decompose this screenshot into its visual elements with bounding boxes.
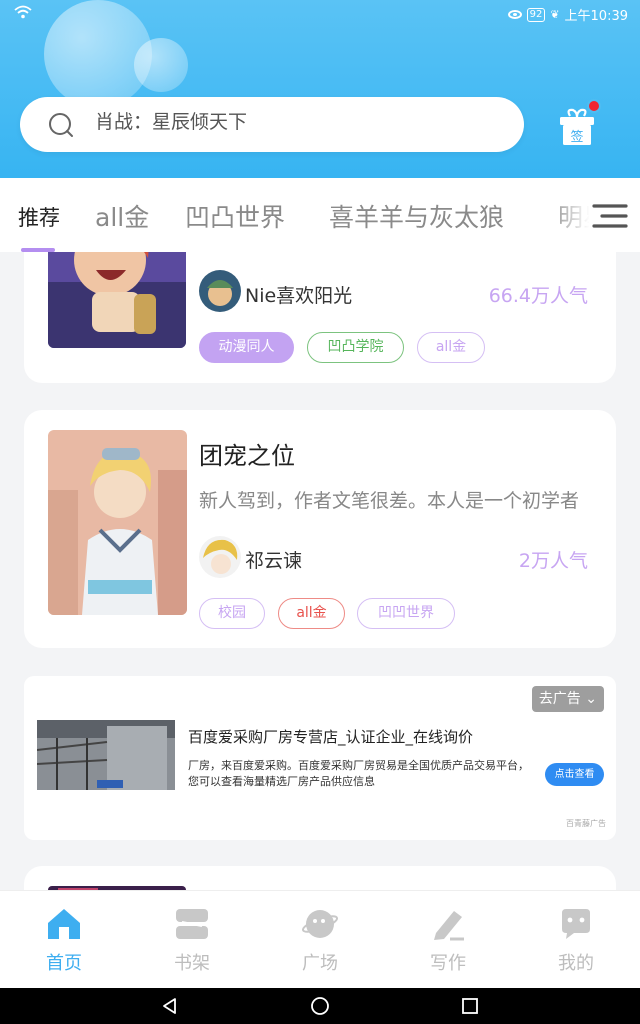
- tab-aotu-world[interactable]: 凹凸世界: [185, 198, 285, 234]
- bookshelf-icon: [176, 909, 208, 939]
- book-card[interactable]: Nie喜欢阳光 66.4万人气 动漫同人 凹凸学院 all金: [24, 252, 616, 383]
- search-placeholder: 肖战：星辰倾天下: [95, 111, 248, 133]
- home-button-icon[interactable]: [310, 996, 330, 1016]
- author-name: 祁云谏: [245, 550, 303, 572]
- nav-bookshelf[interactable]: 书架: [128, 891, 256, 989]
- book-description: 新人驾到，作者文笔很差。本人是一个初学者: [199, 490, 580, 512]
- nav-plaza[interactable]: 广场: [256, 891, 384, 989]
- author-avatar[interactable]: [199, 270, 241, 312]
- tag-chip[interactable]: all金: [417, 332, 485, 363]
- remove-ad-label: 去广告: [538, 691, 581, 707]
- category-tabs: 推荐 all金 凹凸世界 喜羊羊与灰太狼 明星: [0, 178, 640, 252]
- tag-chip[interactable]: 校园: [199, 598, 265, 629]
- leaf-icon: ❦: [550, 8, 560, 21]
- nav-label: 首页: [46, 953, 82, 974]
- remove-ad-button[interactable]: 去广告 ⌄: [531, 686, 604, 712]
- chevron-down-icon: ⌄: [585, 691, 597, 707]
- nav-label: 我的: [558, 953, 594, 974]
- author-avatar[interactable]: [199, 536, 241, 578]
- ad-card[interactable]: 去广告 ⌄ 百度爱采购厂房专营店_认证企业_在线询价 厂房，来百度爱采购。百度爱…: [24, 676, 616, 840]
- tab-all-jin[interactable]: all金: [95, 198, 149, 234]
- plaza-icon: [302, 910, 338, 938]
- system-navigation-bar: [0, 988, 640, 1024]
- book-cover[interactable]: [48, 252, 186, 348]
- status-bar: 92 ❦ 上午10:39: [0, 0, 640, 28]
- ad-description: 厂房，来百度爱采购。百度爱采购厂房贸易是全国优质产品交易平台，您可以查看海量精选…: [188, 759, 529, 788]
- write-icon: [434, 911, 464, 941]
- search-icon: [49, 113, 73, 137]
- nav-home[interactable]: 首页: [0, 891, 128, 989]
- book-cover[interactable]: [48, 430, 187, 615]
- tag-chip[interactable]: 动漫同人: [199, 332, 294, 363]
- nav-write[interactable]: 写作: [384, 891, 512, 989]
- eye-icon: [507, 10, 522, 19]
- decor-bubble: [134, 38, 188, 92]
- wifi-icon: [14, 5, 32, 19]
- popularity: 66.4万人气: [488, 285, 588, 307]
- tab-recommend[interactable]: 推荐: [18, 202, 60, 232]
- book-list: Nie喜欢阳光 66.4万人气 动漫同人 凹凸学院 all金 团宠之位 新人驾到…: [0, 252, 640, 890]
- back-icon[interactable]: [160, 996, 180, 1016]
- notification-dot: [587, 99, 601, 113]
- menu-icon[interactable]: [592, 200, 628, 232]
- search-bar[interactable]: 肖战：星辰倾天下: [20, 97, 524, 152]
- battery-indicator: 92: [526, 7, 546, 22]
- nav-label: 书架: [174, 953, 210, 974]
- tag-chip[interactable]: all金: [278, 598, 345, 629]
- nav-label: 写作: [430, 953, 466, 974]
- recent-apps-icon[interactable]: [460, 996, 480, 1016]
- ad-source-label: 百青藤广告: [566, 819, 606, 828]
- author-name: Nie喜欢阳光: [245, 285, 353, 307]
- ad-image[interactable]: [37, 720, 175, 790]
- bottom-nav: 首页 书架 广场 写作 我的: [0, 890, 640, 988]
- tab-pleasant-goat[interactable]: 喜羊羊与灰太狼: [329, 198, 504, 234]
- tag-chip[interactable]: 凹凹世界: [357, 598, 455, 629]
- tag-chip[interactable]: 凹凸学院: [307, 332, 404, 363]
- ad-view-button[interactable]: 点击查看: [545, 763, 604, 786]
- nav-profile[interactable]: 我的: [512, 891, 640, 989]
- profile-icon: [562, 909, 590, 939]
- book-card[interactable]: [24, 866, 616, 890]
- header: 92 ❦ 上午10:39 肖战：星辰倾天下 签: [0, 0, 640, 178]
- book-title: 团宠之位: [199, 442, 295, 470]
- clock: 上午10:39: [564, 9, 628, 24]
- gift-label: 签: [570, 129, 583, 145]
- nav-label: 广场: [302, 953, 338, 974]
- book-card[interactable]: 团宠之位 新人驾到，作者文笔很差。本人是一个初学者 祁云谏 2万人气 校园 al…: [24, 410, 616, 648]
- ad-title: 百度爱采购厂房专营店_认证企业_在线询价: [188, 728, 474, 746]
- popularity: 2万人气: [518, 550, 588, 572]
- home-icon: [48, 909, 80, 939]
